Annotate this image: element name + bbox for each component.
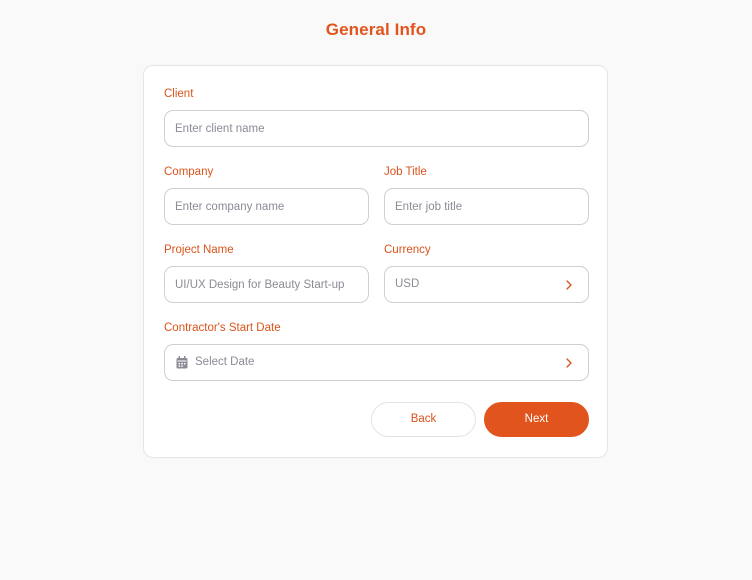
calendar-icon: [176, 356, 188, 369]
client-input[interactable]: [165, 111, 588, 146]
client-field[interactable]: [164, 110, 589, 147]
page-title: General Info: [325, 20, 427, 39]
job-title-input[interactable]: [385, 189, 588, 224]
project-name-field[interactable]: [164, 266, 369, 303]
back-button[interactable]: Back: [371, 402, 476, 437]
client-label: Client: [164, 88, 194, 100]
project-name-label: Project Name: [164, 244, 234, 256]
page: General Info Client Company Job Title Pr…: [0, 0, 752, 580]
company-input[interactable]: [165, 189, 368, 224]
currency-label: Currency: [384, 244, 431, 256]
job-title-label: Job Title: [384, 166, 427, 178]
job-title-field[interactable]: [384, 188, 589, 225]
project-name-input[interactable]: [165, 267, 368, 302]
start-date-picker[interactable]: Select Date: [164, 344, 589, 381]
next-button[interactable]: Next: [484, 402, 589, 437]
start-date-label: Contractor's Start Date: [164, 322, 281, 334]
chevron-right-icon: [566, 280, 572, 290]
currency-value: USD: [395, 278, 420, 290]
chevron-right-icon: [566, 358, 572, 368]
currency-select[interactable]: USD: [384, 266, 589, 303]
company-label: Company: [164, 166, 214, 178]
start-date-placeholder: Select Date: [195, 356, 255, 368]
general-info-card: Client Company Job Title Project Name Cu…: [143, 65, 608, 458]
company-field[interactable]: [164, 188, 369, 225]
